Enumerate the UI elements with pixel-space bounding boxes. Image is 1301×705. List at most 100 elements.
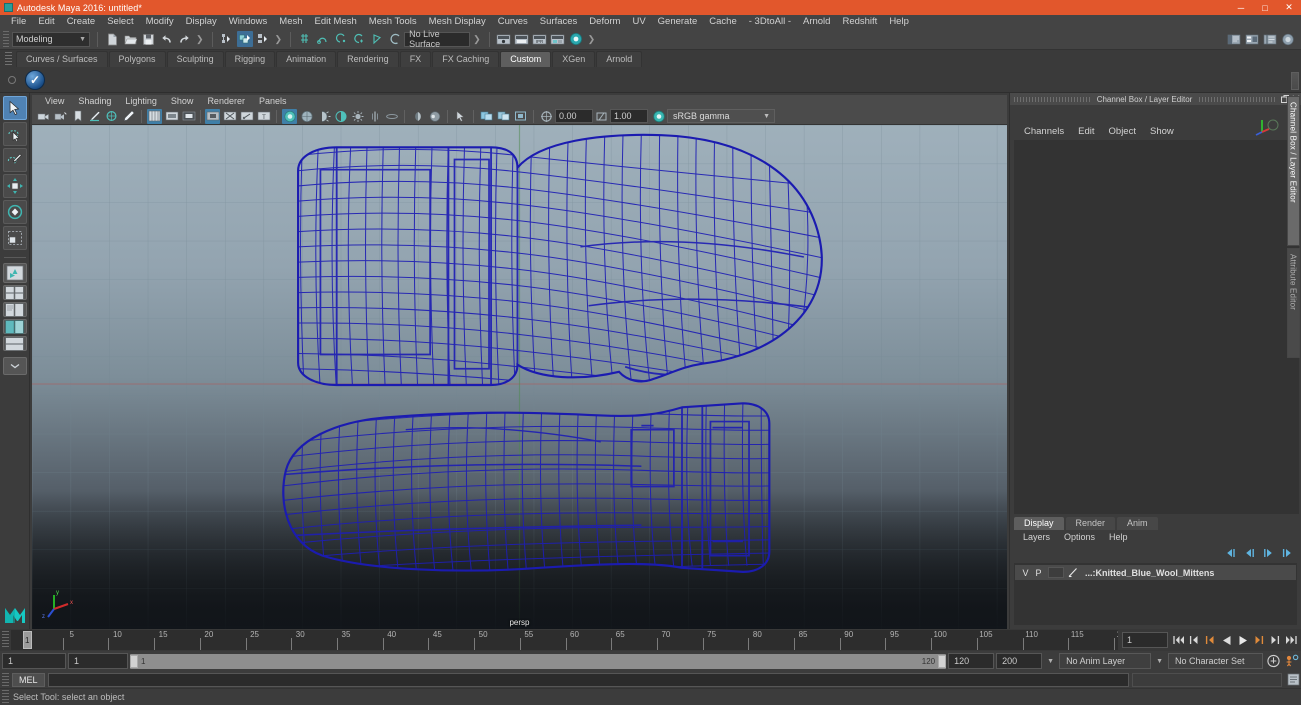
two-pane-side-layout[interactable] xyxy=(2,302,27,317)
use-lights-icon[interactable] xyxy=(316,109,331,124)
rotate-tool[interactable] xyxy=(2,200,27,224)
shelf-tab-curves-surfaces[interactable]: Curves / Surfaces xyxy=(16,51,108,67)
time-slider-track[interactable]: 1 5 10 15 20 25 30 35 40 45 50 55 60 65 70 75 80 85 90 95 1… xyxy=(11,630,1118,650)
shelf-tab-sculpting[interactable]: Sculpting xyxy=(166,51,224,67)
shaded-textured-icon[interactable] xyxy=(299,109,314,124)
layer-name[interactable]: ...:Knitted_Blue_Wool_Mittens xyxy=(1085,568,1214,578)
select-camera-icon[interactable] xyxy=(36,109,51,124)
shelf-tab-fx-caching[interactable]: FX Caching xyxy=(432,51,500,67)
panel-drag-dots[interactable] xyxy=(1014,96,1090,102)
maya-shelf-badge-icon[interactable]: ✓ xyxy=(24,69,46,91)
expand-arrow-icon[interactable]: ❯ xyxy=(275,34,283,45)
color-management-select[interactable]: sRGB gamma ▼ xyxy=(667,109,775,123)
help-icon[interactable] xyxy=(1280,31,1296,47)
four-view-layout[interactable] xyxy=(2,285,27,300)
menu-item-uv[interactable]: UV xyxy=(626,15,651,29)
lasso-select-tool[interactable] xyxy=(2,122,27,146)
channel-box-menu-object[interactable]: Object xyxy=(1102,123,1143,140)
grease-pencil-icon[interactable] xyxy=(121,109,136,124)
perspective-viewport[interactable]: y x z persp xyxy=(32,125,1007,629)
viewport-menu-lighting[interactable]: Lighting xyxy=(118,95,164,108)
shelf-tab-arnold[interactable]: Arnold xyxy=(596,51,643,67)
show-hide-attribute-editor-icon[interactable] xyxy=(1226,31,1242,47)
menu-item-mesh[interactable]: Mesh xyxy=(273,15,308,29)
menu-item-generate[interactable]: Generate xyxy=(652,15,704,29)
layer-editor-menu-help[interactable]: Help xyxy=(1102,530,1135,545)
resolution-gate-icon[interactable] xyxy=(181,109,196,124)
menu-item-windows[interactable]: Windows xyxy=(223,15,274,29)
redo-icon[interactable] xyxy=(176,31,192,47)
layer-editor-tab-anim[interactable]: Anim xyxy=(1117,517,1158,530)
menu-item-surfaces[interactable]: Surfaces xyxy=(534,15,584,29)
xray-icon[interactable] xyxy=(222,109,237,124)
ao-icon[interactable] xyxy=(350,109,365,124)
layer-editor-tab-display[interactable]: Display xyxy=(1014,517,1064,530)
shelf-tab-rigging[interactable]: Rigging xyxy=(224,51,276,67)
layer-list[interactable]: V P ...:Knitted_Blue_Wool_Mittens xyxy=(1014,563,1297,625)
anim-layer-combo[interactable]: No Anim Layer xyxy=(1059,653,1152,669)
new-scene-icon[interactable] xyxy=(104,31,120,47)
menu-item-arnold[interactable]: Arnold xyxy=(797,15,836,29)
single-perspective-layout[interactable] xyxy=(2,263,27,283)
snap-to-point-icon[interactable] xyxy=(333,31,349,47)
play-backwards-icon[interactable] xyxy=(1219,632,1234,648)
next-layer-icon[interactable] xyxy=(1282,548,1293,558)
expand-arrow-icon[interactable]: ❯ xyxy=(588,34,596,45)
status-line-drag-handle[interactable] xyxy=(3,31,9,47)
play-forwards-icon[interactable] xyxy=(1235,632,1250,648)
go-to-end-icon[interactable] xyxy=(1283,632,1298,648)
expand-arrow-icon[interactable]: ❯ xyxy=(473,34,481,45)
snap-to-grid-icon[interactable] xyxy=(297,31,313,47)
make-live-icon[interactable] xyxy=(387,31,403,47)
menu-item-modify[interactable]: Modify xyxy=(140,15,180,29)
layer-editor-tab-render[interactable]: Render xyxy=(1065,517,1116,530)
xray-joints-icon[interactable] xyxy=(239,109,254,124)
command-language-button[interactable]: MEL xyxy=(12,672,45,687)
panel-drag-dots[interactable] xyxy=(1199,96,1276,102)
panel-scroll-thumb[interactable] xyxy=(1291,72,1299,90)
menu-item-display[interactable]: Display xyxy=(180,15,223,29)
script-editor-icon[interactable] xyxy=(1285,672,1301,687)
menu-item-cache[interactable]: Cache xyxy=(703,15,742,29)
range-end-field[interactable]: 120 xyxy=(948,653,995,669)
expand-arrow-icon[interactable]: ❯ xyxy=(196,34,204,45)
exposure-stop-icon[interactable] xyxy=(479,109,494,124)
menu-item-file[interactable]: File xyxy=(5,15,32,29)
next-layer-step-icon[interactable] xyxy=(1263,548,1274,558)
render-settings-icon[interactable]: IPR xyxy=(532,31,548,47)
character-set-combo[interactable]: No Character Set xyxy=(1168,653,1263,669)
range-start-field[interactable]: 1 xyxy=(68,653,128,669)
2d-pan-zoom-icon[interactable] xyxy=(104,109,119,124)
animation-preferences-icon[interactable] xyxy=(1283,654,1299,669)
gate-mask-icon[interactable] xyxy=(205,108,220,124)
texture-border-icon[interactable]: T xyxy=(256,109,271,124)
two-pane-stacked-layout[interactable] xyxy=(2,336,27,351)
exposure-field[interactable]: 0.00 xyxy=(555,109,593,123)
snap-to-view-plane-icon[interactable] xyxy=(369,31,385,47)
animation-start-field[interactable]: 1 xyxy=(2,653,66,669)
auto-keyframe-icon[interactable] xyxy=(1265,654,1281,669)
viewport-copy-icon[interactable] xyxy=(496,109,511,124)
viewport-menu-shading[interactable]: Shading xyxy=(71,95,118,108)
viewport-frame-icon[interactable] xyxy=(513,109,528,124)
layer-playback-toggle[interactable]: P xyxy=(1032,568,1045,578)
menu-item-redshift[interactable]: Redshift xyxy=(836,15,883,29)
live-surface-field[interactable]: No Live Surface xyxy=(404,29,471,49)
layer-editor-menu-layers[interactable]: Layers xyxy=(1016,530,1057,545)
channel-box-menu-channels[interactable]: Channels xyxy=(1017,123,1071,140)
select-by-component-type-icon[interactable] xyxy=(255,31,271,47)
chevron-down-icon[interactable]: ▼ xyxy=(1044,658,1057,665)
step-forward-frame-icon[interactable] xyxy=(1251,632,1266,648)
select-tool[interactable] xyxy=(2,96,27,120)
menu-item-mesh-display[interactable]: Mesh Display xyxy=(423,15,492,29)
persp-outliner-layout[interactable] xyxy=(2,319,27,334)
animation-end-field[interactable]: 200 xyxy=(996,653,1043,669)
shadows-icon[interactable] xyxy=(333,109,348,124)
viewport-menu-panels[interactable]: Panels xyxy=(252,95,294,108)
right-tab-attribute-editor[interactable]: Attribute Editor xyxy=(1286,248,1300,358)
shelf-tab-xgen[interactable]: XGen xyxy=(552,51,596,67)
minimize-button[interactable]: ─ xyxy=(1229,0,1253,15)
multisample-icon[interactable] xyxy=(384,109,399,124)
range-bar[interactable]: 1 120 xyxy=(130,653,947,669)
current-frame-field[interactable]: 1 xyxy=(1122,632,1168,648)
